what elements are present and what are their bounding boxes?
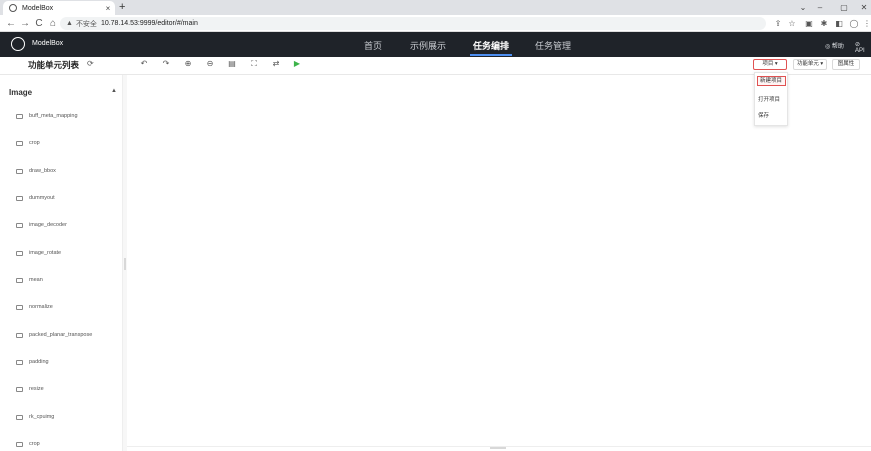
unit-image-icon bbox=[16, 359, 23, 365]
omnibox[interactable]: ▲ 不安全 10.78.14.53:9999/editor/#/main bbox=[60, 17, 766, 30]
unit-image-icon bbox=[16, 277, 23, 283]
unit-item[interactable]: rk_cpuimg bbox=[16, 412, 54, 422]
back-icon[interactable]: ← bbox=[4, 15, 18, 32]
category-image-label[interactable]: Image bbox=[9, 88, 32, 97]
unit-item[interactable]: normalize bbox=[16, 302, 53, 312]
unit-item[interactable]: crop bbox=[16, 439, 40, 449]
menu-item-new-project[interactable]: 新建项目 bbox=[757, 76, 786, 86]
unit-label: normalize bbox=[29, 304, 53, 310]
favicon-icon bbox=[9, 4, 17, 12]
address-bar: ← → C ⌂ ▲ 不安全 10.78.14.53:9999/editor/#/… bbox=[0, 15, 871, 32]
unit-item[interactable]: crop bbox=[16, 138, 40, 148]
zoom-in-icon[interactable]: ⊕ bbox=[182, 59, 194, 68]
unit-image-icon bbox=[16, 441, 23, 447]
share-icon[interactable]: ⇪ bbox=[772, 15, 784, 32]
unit-label: buff_meta_mapping bbox=[29, 113, 78, 119]
api-link[interactable]: ⊘ API bbox=[855, 41, 871, 54]
active-tab-indicator bbox=[470, 54, 512, 56]
unit-item[interactable]: buff_meta_mapping bbox=[16, 111, 78, 121]
tab-examples[interactable]: 示例展示 bbox=[410, 39, 446, 52]
bookmark-star-icon[interactable]: ☆ bbox=[786, 15, 798, 32]
new-tab-button[interactable]: + bbox=[119, 0, 125, 15]
forward-icon[interactable]: → bbox=[18, 15, 32, 32]
refresh-icon[interactable]: ⟳ bbox=[87, 59, 94, 68]
editor-canvas[interactable] bbox=[127, 76, 871, 451]
unit-label: image_decoder bbox=[29, 222, 67, 228]
unit-image-icon bbox=[16, 140, 23, 146]
unit-label: resize bbox=[29, 386, 44, 392]
url-text: 10.78.14.53:9999/editor/#/main bbox=[100, 20, 198, 27]
unit-image-icon bbox=[16, 195, 23, 201]
unit-label: padding bbox=[29, 359, 49, 365]
swap-icon[interactable]: ⇄ bbox=[270, 59, 282, 68]
close-window-button[interactable]: ✕ bbox=[852, 0, 871, 15]
unit-item[interactable]: padding bbox=[16, 357, 49, 367]
menu-icon[interactable]: ⋮ bbox=[861, 15, 871, 32]
tab-task-management[interactable]: 任务管理 bbox=[535, 39, 571, 52]
unit-image-icon bbox=[16, 386, 23, 392]
collapse-icon[interactable]: ▲ bbox=[111, 88, 117, 94]
unit-item[interactable]: dummyout bbox=[16, 193, 55, 203]
unit-label: packed_planar_transpose bbox=[29, 332, 93, 338]
unit-item[interactable]: image_decoder bbox=[16, 220, 67, 230]
fit-icon[interactable]: ▤ bbox=[226, 59, 238, 68]
unit-label: rk_cpuimg bbox=[29, 414, 55, 420]
menu-item-save[interactable]: 保存 bbox=[758, 111, 769, 119]
zoom-out-icon[interactable]: ⊖ bbox=[204, 59, 216, 68]
tab-task-orchestration[interactable]: 任务编排 bbox=[473, 39, 509, 52]
insecure-label: 不安全 bbox=[75, 20, 97, 28]
unit-image-icon bbox=[16, 332, 23, 338]
undo-icon[interactable]: ↶ bbox=[138, 59, 150, 68]
help-link[interactable]: ◎ 帮助 bbox=[825, 41, 844, 50]
unit-label: crop bbox=[29, 140, 40, 146]
sidebar-title: 功能单元列表 bbox=[28, 60, 80, 70]
home-icon[interactable]: ⌂ bbox=[46, 15, 60, 32]
unit-image-icon bbox=[16, 222, 23, 228]
unit-image-icon bbox=[16, 250, 23, 256]
extension-icon[interactable]: ▣ bbox=[803, 15, 815, 32]
unit-image-icon bbox=[16, 304, 23, 310]
modelbox-logo-icon bbox=[11, 37, 25, 51]
unit-item[interactable]: draw_bbox bbox=[16, 166, 56, 176]
unit-item[interactable]: mean bbox=[16, 275, 43, 285]
bottom-panel-grip-handle[interactable] bbox=[490, 447, 506, 449]
redo-icon[interactable]: ↷ bbox=[160, 59, 172, 68]
unit-label: crop bbox=[29, 441, 40, 447]
unit-label: image_rotate bbox=[29, 250, 62, 256]
toolbar bbox=[0, 57, 871, 75]
project-dropdown-menu: 新建项目 打开项目 保存 bbox=[754, 72, 788, 126]
puzzle-icon[interactable]: ✱ bbox=[818, 15, 830, 32]
unit-item[interactable]: packed_planar_transpose bbox=[16, 330, 92, 340]
fullscreen-icon[interactable]: ⛶ bbox=[248, 59, 260, 69]
browser-tab[interactable]: ModelBox × bbox=[3, 1, 115, 15]
close-tab-icon[interactable]: × bbox=[101, 4, 115, 13]
unit-label: draw_bbox bbox=[29, 168, 56, 174]
sidepanel-icon[interactable]: ◧ bbox=[833, 15, 845, 32]
unit-image-icon bbox=[16, 113, 23, 119]
function-unit-button[interactable]: 功能单元 ▾ bbox=[793, 59, 827, 70]
logo-text: ModelBox bbox=[32, 40, 64, 47]
tab-home[interactable]: 首页 bbox=[364, 39, 382, 52]
unit-item[interactable]: resize bbox=[16, 384, 44, 394]
unit-item[interactable]: image_rotate bbox=[16, 248, 61, 258]
menu-item-open-project[interactable]: 打开项目 bbox=[758, 95, 780, 103]
run-icon[interactable]: ▶ bbox=[291, 59, 303, 68]
unit-sidebar bbox=[0, 75, 123, 451]
browser-tabbar bbox=[0, 0, 871, 15]
graph-properties-button[interactable]: 图属性 bbox=[832, 59, 860, 70]
unit-label: dummyout bbox=[29, 195, 55, 201]
profile-icon[interactable]: ◯ bbox=[848, 15, 860, 32]
tab-title: ModelBox bbox=[22, 4, 54, 12]
unit-label: mean bbox=[29, 277, 43, 283]
unit-image-icon bbox=[16, 168, 23, 174]
warning-icon: ▲ bbox=[66, 20, 73, 27]
reload-icon[interactable]: C bbox=[32, 15, 46, 32]
unit-image-icon bbox=[16, 414, 23, 420]
project-button[interactable]: 项目 ▾ bbox=[753, 59, 787, 70]
splitter-grip-handle[interactable] bbox=[124, 258, 126, 270]
minimize-button[interactable]: – bbox=[808, 0, 832, 15]
